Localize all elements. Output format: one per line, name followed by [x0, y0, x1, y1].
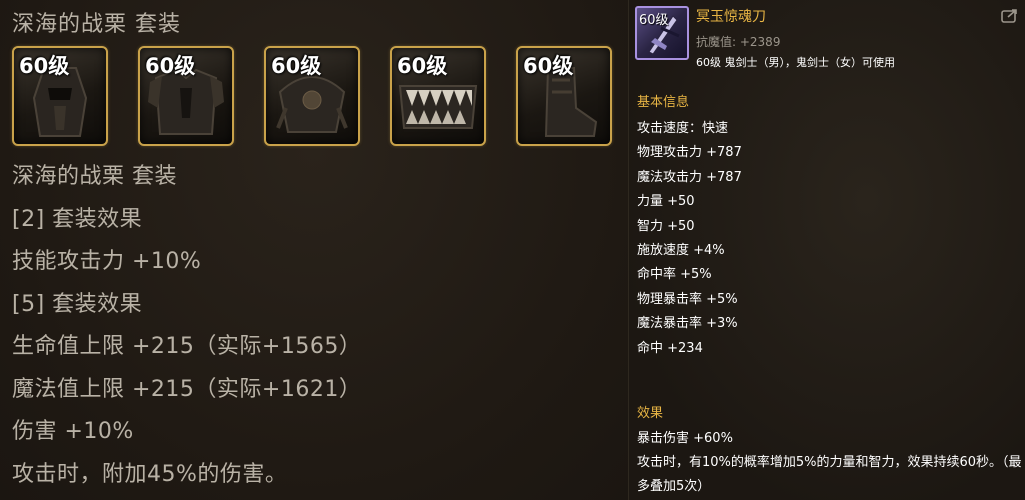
set-bonus-line: 魔法值上限 +215（实际+1621）: [12, 376, 362, 402]
stat-line: 命中 +234: [637, 340, 703, 356]
stat-line: 智力 +50: [637, 218, 695, 234]
set-bonus-line: 伤害 +10%: [12, 419, 134, 444]
stat-line: 物理暴击率 +5%: [637, 291, 738, 307]
set-bonus-line: 攻击时，附加45%的伤害。: [12, 461, 288, 487]
set-item-belt[interactable]: 60级: [390, 46, 486, 146]
stat-line: 魔法暴击率 +3%: [637, 316, 738, 332]
stat-line: 力量 +50: [637, 194, 695, 210]
set-panel: 深海的战栗 套装 60级 60级 60级 60级 60级 深海的战栗 套装 [2…: [0, 0, 628, 500]
item-icon: 60级: [635, 6, 689, 60]
slot-level: 60级: [19, 54, 70, 78]
stat-list: 攻击速度：快速 物理攻击力 +787 魔法攻击力 +787 力量 +50 智力 …: [637, 117, 742, 361]
set-item-armor[interactable]: 60级: [138, 46, 234, 146]
effect-title: 效果: [637, 406, 664, 421]
set-bonus-line: 生命值上限 +215（实际+1565）: [12, 334, 362, 359]
item-tooltip: 60级 冥玉惊魂刀 抗魔值: +2389 60级 鬼剑士（男），鬼剑士（女）可使…: [628, 0, 1025, 500]
effect-list: 暴击伤害 +60% 攻击时，有10%的概率增加5%的力量和智力，效果持续60秒。…: [637, 427, 1022, 499]
stat-line: 攻击速度：快速: [637, 121, 729, 136]
set-bonus-line: 技能攻击力 +10%: [12, 249, 202, 274]
item-level: 60级: [639, 13, 669, 28]
stat-line: 施放速度 +4%: [637, 242, 725, 258]
basic-info-title: 基本信息: [637, 95, 690, 110]
slot-level: 60级: [271, 54, 322, 78]
set-item-helmet[interactable]: 60级: [12, 46, 108, 146]
set-bonus-line: 深海的战栗 套装: [12, 164, 177, 189]
set-title: 深海的战栗 套装: [12, 12, 181, 37]
set-bonus-list: 深海的战栗 套装 [2] 套装效果 技能攻击力 +10% [5] 套装效果 生命…: [12, 156, 361, 496]
set-item-shoulder[interactable]: 60级: [264, 46, 360, 146]
set-bonus-line: [2] 套装效果: [12, 206, 143, 232]
set-bonus-line: [5] 套装效果: [12, 291, 143, 317]
effect-line: 攻击时，有10%的概率增加5%的力量和智力，效果持续60秒。（最多叠加5次）: [637, 455, 1022, 494]
set-item-boots[interactable]: 60级: [516, 46, 612, 146]
slot-level: 60级: [145, 54, 196, 78]
share-icon[interactable]: [1001, 8, 1019, 24]
stat-line: 魔法攻击力 +787: [637, 169, 742, 185]
stat-line: 命中率 +5%: [637, 267, 712, 283]
magic-defense: 抗魔值: +2389: [696, 35, 781, 49]
stat-line: 物理攻击力 +787: [637, 145, 742, 161]
slot-level: 60级: [397, 54, 448, 78]
slot-level: 60级: [523, 54, 574, 78]
effect-line: 暴击伤害 +60%: [637, 431, 733, 446]
item-name: 冥玉惊魂刀: [696, 9, 766, 25]
usable-by: 60级 鬼剑士（男），鬼剑士（女）可使用: [696, 56, 895, 69]
